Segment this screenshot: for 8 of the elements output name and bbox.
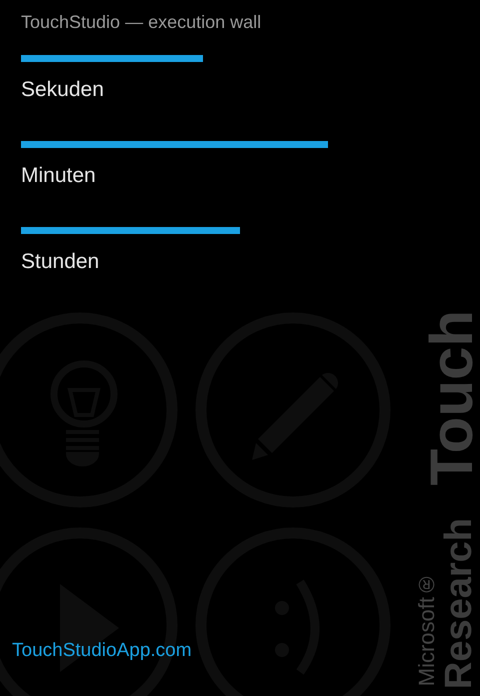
brand-division: Research bbox=[440, 518, 478, 690]
website-link[interactable]: TouchStudioApp.com bbox=[12, 640, 192, 662]
page-subtitle: TouchStudio — execution wall bbox=[21, 12, 262, 33]
meter-label: Minuten bbox=[21, 164, 96, 188]
brand-company: Microsoft® bbox=[416, 572, 438, 686]
meter-label: Stunden bbox=[21, 250, 100, 274]
brand-wordmark: Touch bbox=[422, 310, 480, 486]
meter-label: Sekuden bbox=[21, 78, 104, 102]
